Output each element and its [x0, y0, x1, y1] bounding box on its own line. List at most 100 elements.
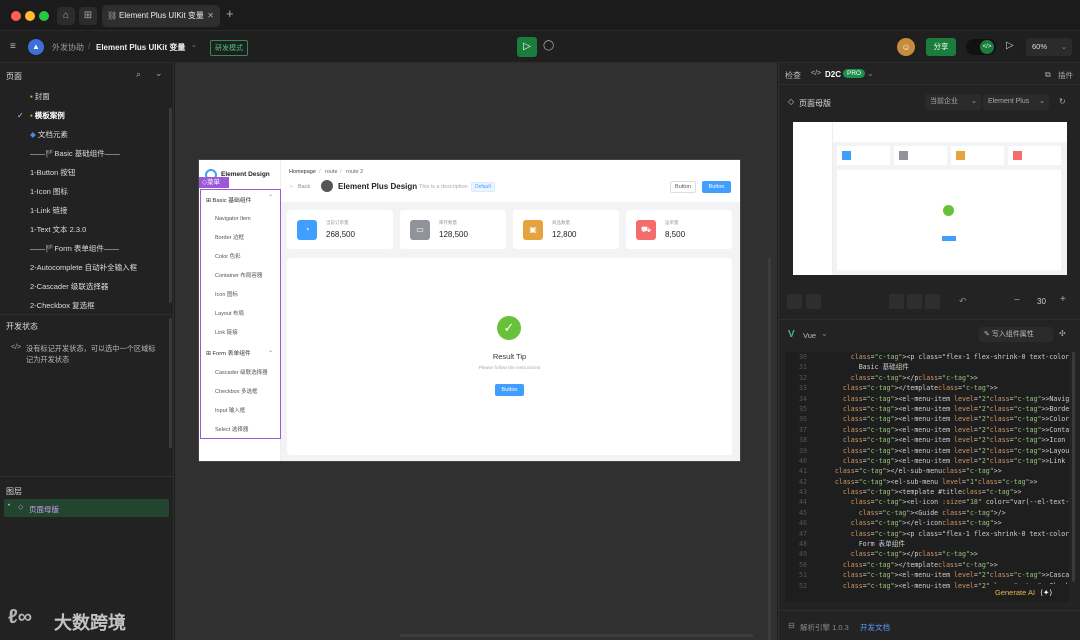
close-tab-icon[interactable]: ✕	[207, 5, 214, 27]
share-button[interactable]: 分享	[926, 38, 956, 56]
page-item[interactable]: 1-Icon 图标	[30, 185, 68, 199]
page-item[interactable]: ◆ 文档元素	[30, 128, 68, 142]
code-text: class="c-tag"><p class="flex-1 flex-shri…	[850, 353, 1069, 361]
page-item-divider[interactable]: ——🏴Basic 基础组件——	[30, 147, 120, 161]
divider	[779, 319, 1080, 320]
menu-icon[interactable]: ≡	[10, 41, 16, 52]
menu-item[interactable]: Border 边框	[215, 232, 244, 244]
default-button[interactable]: Button	[670, 181, 696, 193]
menu-item[interactable]: Select 选择器	[215, 424, 248, 436]
company-select[interactable]: 当前企业 ⌄	[925, 94, 981, 110]
page-item[interactable]: 2-Autocomplete 自动补全输入框	[30, 261, 137, 275]
page-item-active[interactable]: ▪ 模板案例	[30, 109, 65, 123]
comment-tool-icon[interactable]: ◯	[543, 40, 554, 51]
distribute-h-icon[interactable]	[889, 294, 904, 309]
menu-item[interactable]: Checkbox 多选框	[215, 386, 258, 398]
page-item[interactable]: 1-Text 文本 2.3.0	[30, 223, 86, 237]
back-arrow-icon[interactable]: ←	[289, 183, 295, 189]
page-item[interactable]: ▪ 封面	[30, 90, 50, 104]
code-scrollbar[interactable]	[1072, 352, 1075, 582]
breadcrumb-item[interactable]: Homepage	[289, 169, 316, 175]
divider	[0, 476, 174, 477]
write-props-button[interactable]: ✎ 写入组件属性	[979, 327, 1053, 342]
primary-button[interactable]: Button	[702, 181, 731, 193]
stat-card: ▭ 库存数量 128,500	[400, 210, 506, 249]
project-name[interactable]: Element Plus UIKit 变量	[96, 42, 185, 53]
code-mode-toggle[interactable]: </>	[966, 39, 996, 55]
chevron-down-icon[interactable]: ⌄	[155, 68, 163, 79]
page-frame[interactable]: Element Design ◇菜单 ⊞ Basic 基础组件 ⌃ Naviga…	[199, 160, 740, 461]
dev-mode-badge[interactable]: 研发模式	[210, 40, 248, 56]
breadcrumb-separator: /	[340, 169, 342, 175]
tab-document[interactable]: ⛓ Element Plus UIKit 变量 ✕	[102, 5, 220, 27]
dev-status-desc: 记为开发状态	[26, 355, 70, 364]
avatar[interactable]: ☺	[897, 38, 915, 56]
frame-icon: ◇	[18, 504, 24, 511]
code-text: class="c-tag"><el-menu-item level="2"cla…	[842, 425, 1069, 434]
refresh-icon[interactable]: ↻	[1059, 97, 1066, 106]
dev-docs-link[interactable]: 开发文档	[860, 622, 890, 633]
pointer-tool-icon[interactable]: ▷	[517, 37, 537, 57]
menu-item[interactable]: Navigator Item	[215, 213, 251, 225]
tab-d2c[interactable]: D2C	[825, 70, 841, 79]
main-content: Homepage / route / route 2 ← Back Elemen…	[281, 160, 740, 461]
code-editor[interactable]: 30 class="c-tag"><p class="flex-1 flex-s…	[785, 352, 1069, 602]
page-item[interactable]: 1-Link 链接	[30, 204, 68, 218]
canvas-scrollbar-horizontal[interactable]	[400, 634, 753, 637]
align-left-icon[interactable]	[787, 294, 802, 309]
plugin-label[interactable]: 插件	[1058, 70, 1073, 81]
line-number: 32	[799, 373, 807, 382]
frame-thumbnail[interactable]	[793, 122, 1067, 275]
page-item[interactable]: 1-Button 按钮	[30, 166, 75, 180]
layer-item[interactable]: • ◇ 页面母版	[4, 499, 169, 517]
plus-icon[interactable]: +	[1060, 294, 1066, 305]
canvas-scrollbar[interactable]	[768, 258, 771, 640]
settings-icon[interactable]: ✣	[1059, 329, 1066, 338]
menu-item[interactable]: Layout 布局	[215, 308, 244, 320]
undo-icon[interactable]: ↶	[959, 296, 967, 307]
menu-item[interactable]: Cascader 级联选择器	[215, 367, 268, 379]
breadcrumb-separator: /	[88, 42, 91, 51]
page-item[interactable]: 2-Cascader 级联选择器	[30, 280, 108, 294]
menu-item[interactable]: Color 色彩	[215, 251, 241, 263]
result-button[interactable]: Button	[495, 384, 524, 396]
logo-icon[interactable]: ▲	[28, 39, 44, 55]
zoom-select[interactable]: 60% ⌄	[1026, 38, 1072, 56]
search-icon[interactable]: ⌕	[136, 69, 141, 80]
chevron-up-icon[interactable]: ⌃	[268, 194, 273, 201]
grid-icon[interactable]	[925, 294, 940, 309]
distribute-v-icon[interactable]	[907, 294, 922, 309]
menu-item[interactable]: Container 布局容器	[215, 270, 262, 282]
scrollbar[interactable]	[169, 108, 172, 303]
chevron-down-icon[interactable]: ⌄	[867, 69, 874, 78]
page-item[interactable]: 2-Checkbox 复选框	[30, 299, 95, 313]
chevron-down-icon: ⌄	[1039, 98, 1045, 105]
new-tab-icon[interactable]: +	[226, 6, 234, 21]
close-window-button[interactable]	[11, 11, 21, 21]
generate-ai-button[interactable]: Generate AI ⟨✦⟩	[989, 584, 1069, 602]
menu-item[interactable]: Link 链接	[215, 327, 238, 339]
chevron-down-icon[interactable]: ⌄	[191, 41, 197, 49]
breadcrumb-item[interactable]: route	[325, 169, 338, 175]
menu-selection[interactable]: ⊞ Basic 基础组件 ⌃ Navigator Item Border 边框 …	[200, 189, 281, 439]
play-icon[interactable]: ▷	[1006, 40, 1014, 51]
menu-item[interactable]: Icon 图标	[215, 289, 238, 301]
tab-inspect[interactable]: 检查	[785, 70, 801, 81]
scrollbar[interactable]	[169, 318, 172, 448]
language-select[interactable]: Vue	[803, 331, 816, 340]
grid-icon[interactable]: ⊞	[79, 7, 97, 25]
minimize-window-button[interactable]	[25, 11, 35, 21]
home-icon[interactable]: ⌂	[57, 7, 75, 25]
watermark-text: 大数跨境	[54, 613, 126, 633]
minus-icon[interactable]: −	[1014, 295, 1020, 306]
page-item-divider[interactable]: ——🏴Form 表单组件——	[30, 242, 119, 256]
library-select[interactable]: Element Plus ⌄	[983, 94, 1049, 110]
back-link[interactable]: Back	[298, 184, 310, 190]
menu-item[interactable]: Input 输入框	[215, 405, 245, 417]
maximize-window-button[interactable]	[39, 11, 49, 21]
align-center-icon[interactable]	[806, 294, 821, 309]
chevron-down-icon[interactable]: ⌄	[268, 347, 273, 354]
chevron-down-icon[interactable]: ⌄	[821, 329, 828, 338]
breadcrumb-team[interactable]: 外发协助	[52, 42, 84, 53]
breadcrumb-item[interactable]: route 2	[346, 169, 363, 175]
